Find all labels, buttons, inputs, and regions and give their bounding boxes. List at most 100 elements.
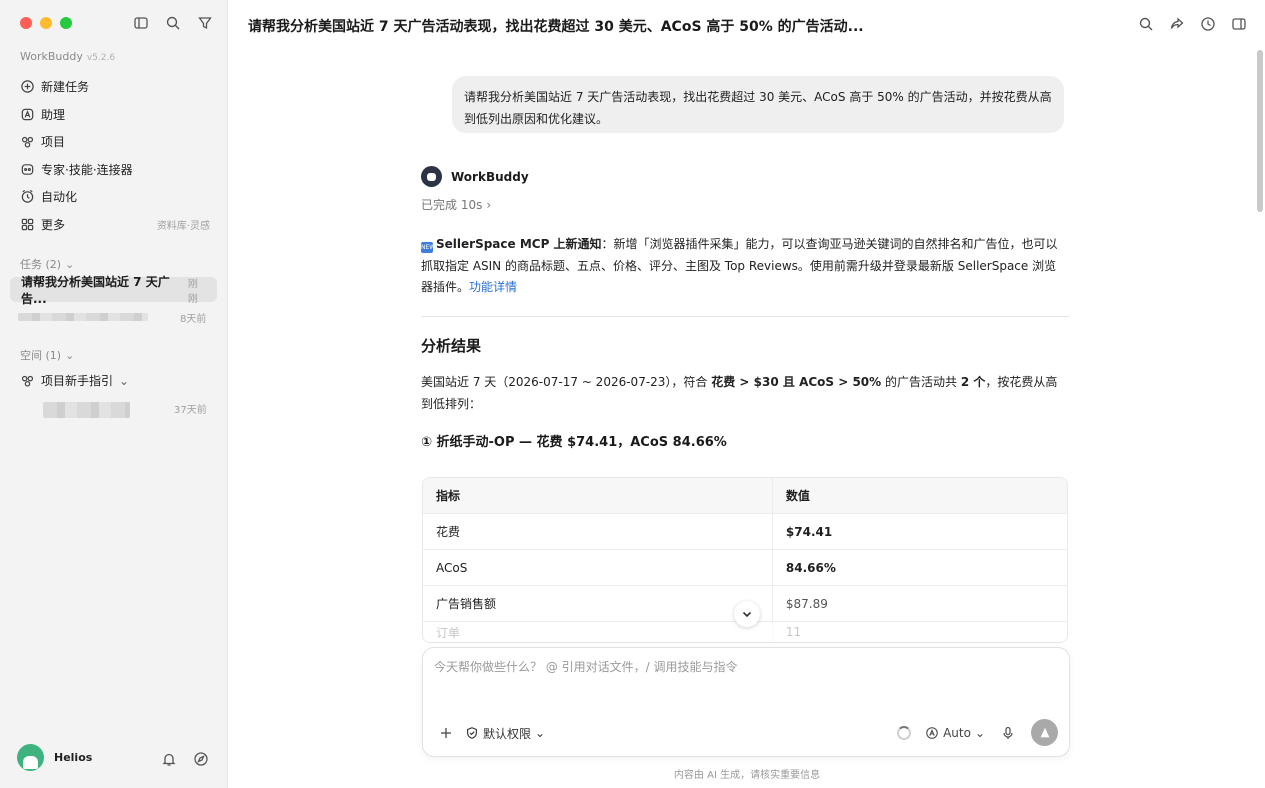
nav-label: 专家·技能·连接器: [41, 162, 133, 177]
panel-toggle-icon[interactable]: [1230, 15, 1248, 33]
shield-check-icon: [467, 727, 477, 739]
permission-label: 默认权限: [483, 726, 532, 741]
maximize-window-button[interactable]: [60, 17, 72, 29]
task-item-active[interactable]: 请帮我分析美国站近 7 天广告... 刚刚: [10, 275, 217, 306]
nav-label: 项目: [41, 135, 66, 150]
status-text: 已完成 10s: [421, 198, 483, 212]
send-button[interactable]: [1031, 719, 1058, 746]
top-bar: 请帮我分析美国站近 7 天广告活动表现，找出花费超过 30 美元、ACoS 高于…: [229, 0, 1265, 50]
project-icon: [21, 137, 34, 148]
table-cell-metric: 订单: [436, 625, 461, 640]
task-time: 8天前: [180, 314, 207, 325]
nav-assistant[interactable]: 助理: [12, 101, 218, 129]
nav-more-hint: 资料库·灵感: [156, 220, 210, 232]
nav-new-task[interactable]: 新建任务: [12, 73, 218, 101]
table-cell-metric: 广告销售额: [436, 597, 497, 611]
share-icon[interactable]: [1168, 15, 1186, 33]
assistant-icon: [21, 108, 34, 121]
sidebar-nav: 新建任务 助理 项目 专家·技能·连接器 自动化 更多 资料库·灵感: [12, 73, 218, 238]
bot-avatar: [421, 166, 442, 187]
microphone-icon[interactable]: [999, 724, 1017, 742]
spaces-section-toggle[interactable]: 空间 (1) ⌄: [20, 347, 74, 363]
chevron-down-icon: ⌄: [65, 257, 75, 271]
composer: 默认权限 ⌄ Auto ⌄: [422, 647, 1070, 757]
main-panel: 请帮我分析美国站近 7 天广告活动表现，找出花费超过 30 美元、ACoS 高于…: [229, 0, 1265, 788]
bell-icon[interactable]: [160, 750, 178, 768]
app-brand: WorkBuddy v5.2.6: [20, 50, 115, 63]
divider: [421, 316, 1069, 317]
scroll-to-bottom-button[interactable]: [734, 601, 760, 627]
nav-label: 新建任务: [41, 80, 90, 95]
summary-criteria: 花费 > $30 且 ACoS > 50%: [711, 375, 882, 389]
nav-label: 更多: [41, 217, 66, 232]
chevron-right-icon: ›: [486, 197, 492, 212]
bot-name: WorkBuddy: [451, 169, 529, 184]
message-input[interactable]: [434, 660, 1034, 674]
campaign-heading: ① 折纸手动-OP — 花费 $74.41，ACoS 84.66%: [421, 435, 727, 450]
history-icon[interactable]: [1199, 15, 1217, 33]
table-header-row: 指标 数值: [423, 478, 1067, 514]
result-heading: 分析结果: [421, 337, 482, 355]
summary-prefix: 美国站近 7 天（2026-07-17 ~ 2026-07-23），符合: [421, 375, 712, 389]
permission-selector[interactable]: 默认权限 ⌄: [465, 725, 545, 742]
nav-automation[interactable]: 自动化: [12, 183, 218, 211]
avatar: [17, 744, 44, 771]
model-selector[interactable]: Auto ⌄: [925, 726, 985, 740]
conversation-title: 请帮我分析美国站近 7 天广告活动表现，找出花费超过 30 美元、ACoS 高于…: [248, 19, 864, 35]
model-label: Auto: [943, 725, 971, 740]
table-header-cell: 指标: [436, 489, 461, 503]
compass-icon[interactable]: [192, 750, 210, 768]
window-controls: [20, 17, 72, 29]
loading-spinner-icon: [897, 725, 912, 740]
tasks-section-label: 任务 (2): [20, 258, 62, 271]
user-tools: [160, 750, 210, 768]
search-icon[interactable]: [164, 14, 182, 32]
table-cell-metric: ACoS: [436, 560, 468, 575]
composer-right-tools: Auto ⌄: [897, 719, 1058, 746]
tasks-section-toggle[interactable]: 任务 (2) ⌄: [20, 256, 74, 272]
notice-title: SellerSpace MCP 上新通知: [436, 237, 602, 251]
close-window-button[interactable]: [20, 17, 32, 29]
nav-project[interactable]: 项目: [12, 128, 218, 156]
bot-header: WorkBuddy: [421, 166, 529, 187]
arrow-up-icon: [1040, 727, 1049, 737]
completion-status[interactable]: 已完成 10s ›: [421, 196, 491, 213]
chevron-down-icon: ⌄: [119, 373, 130, 388]
composer-left-tools: 默认权限 ⌄: [437, 724, 545, 742]
project-icon: [21, 375, 34, 387]
scrollbar-thumb[interactable]: [1257, 50, 1263, 212]
chevron-down-icon: ⌄: [974, 725, 985, 740]
sidebar-toggle-icon[interactable]: [132, 14, 150, 32]
summary-count: 2 个: [960, 375, 986, 389]
plus-icon[interactable]: [437, 724, 455, 742]
minimize-window-button[interactable]: [40, 17, 52, 29]
grid-icon: [21, 218, 34, 231]
plus-circle-icon: [21, 80, 34, 93]
user-profile[interactable]: Helios: [17, 744, 92, 771]
app-version: v5.2.6: [86, 53, 116, 63]
search-icon[interactable]: [1137, 15, 1155, 33]
table-header-cell: 数值: [771, 478, 1067, 513]
nav-experts[interactable]: 专家·技能·连接器: [12, 156, 218, 184]
notice-paragraph: NEWSellerSpace MCP 上新通知：新增「浏览器插件采集」能力，可以…: [421, 234, 1066, 299]
chevron-down-icon: [742, 611, 752, 618]
space-label: 项目新手指引: [41, 374, 114, 388]
feature-details-link[interactable]: 功能详情: [469, 280, 517, 294]
chevron-down-icon: ⌄: [535, 726, 546, 740]
task-time: 刚刚: [187, 278, 198, 305]
space-task-blurred[interactable]: [43, 402, 130, 418]
nav-more[interactable]: 更多 资料库·灵感: [12, 211, 218, 239]
task-title: 请帮我分析美国站近 7 天广告...: [21, 274, 170, 306]
summary-middle: 的广告活动共: [881, 375, 961, 389]
space-task-time: 37天前: [174, 405, 207, 416]
table-cell-value: 11: [771, 622, 1067, 642]
expert-icon: [21, 163, 34, 175]
user-name: Helios: [54, 751, 93, 764]
filter-icon[interactable]: [196, 14, 214, 32]
task-item-blurred[interactable]: [18, 313, 148, 321]
sidebar-toolbar: [132, 14, 214, 32]
user-message: 请帮我分析美国站近 7 天广告活动表现，找出花费超过 30 美元、ACoS 高于…: [452, 76, 1064, 133]
chevron-down-icon: ⌄: [65, 348, 75, 362]
top-toolbar: [1137, 15, 1248, 33]
space-item-guide[interactable]: 项目新手指引 ⌄: [20, 372, 129, 389]
